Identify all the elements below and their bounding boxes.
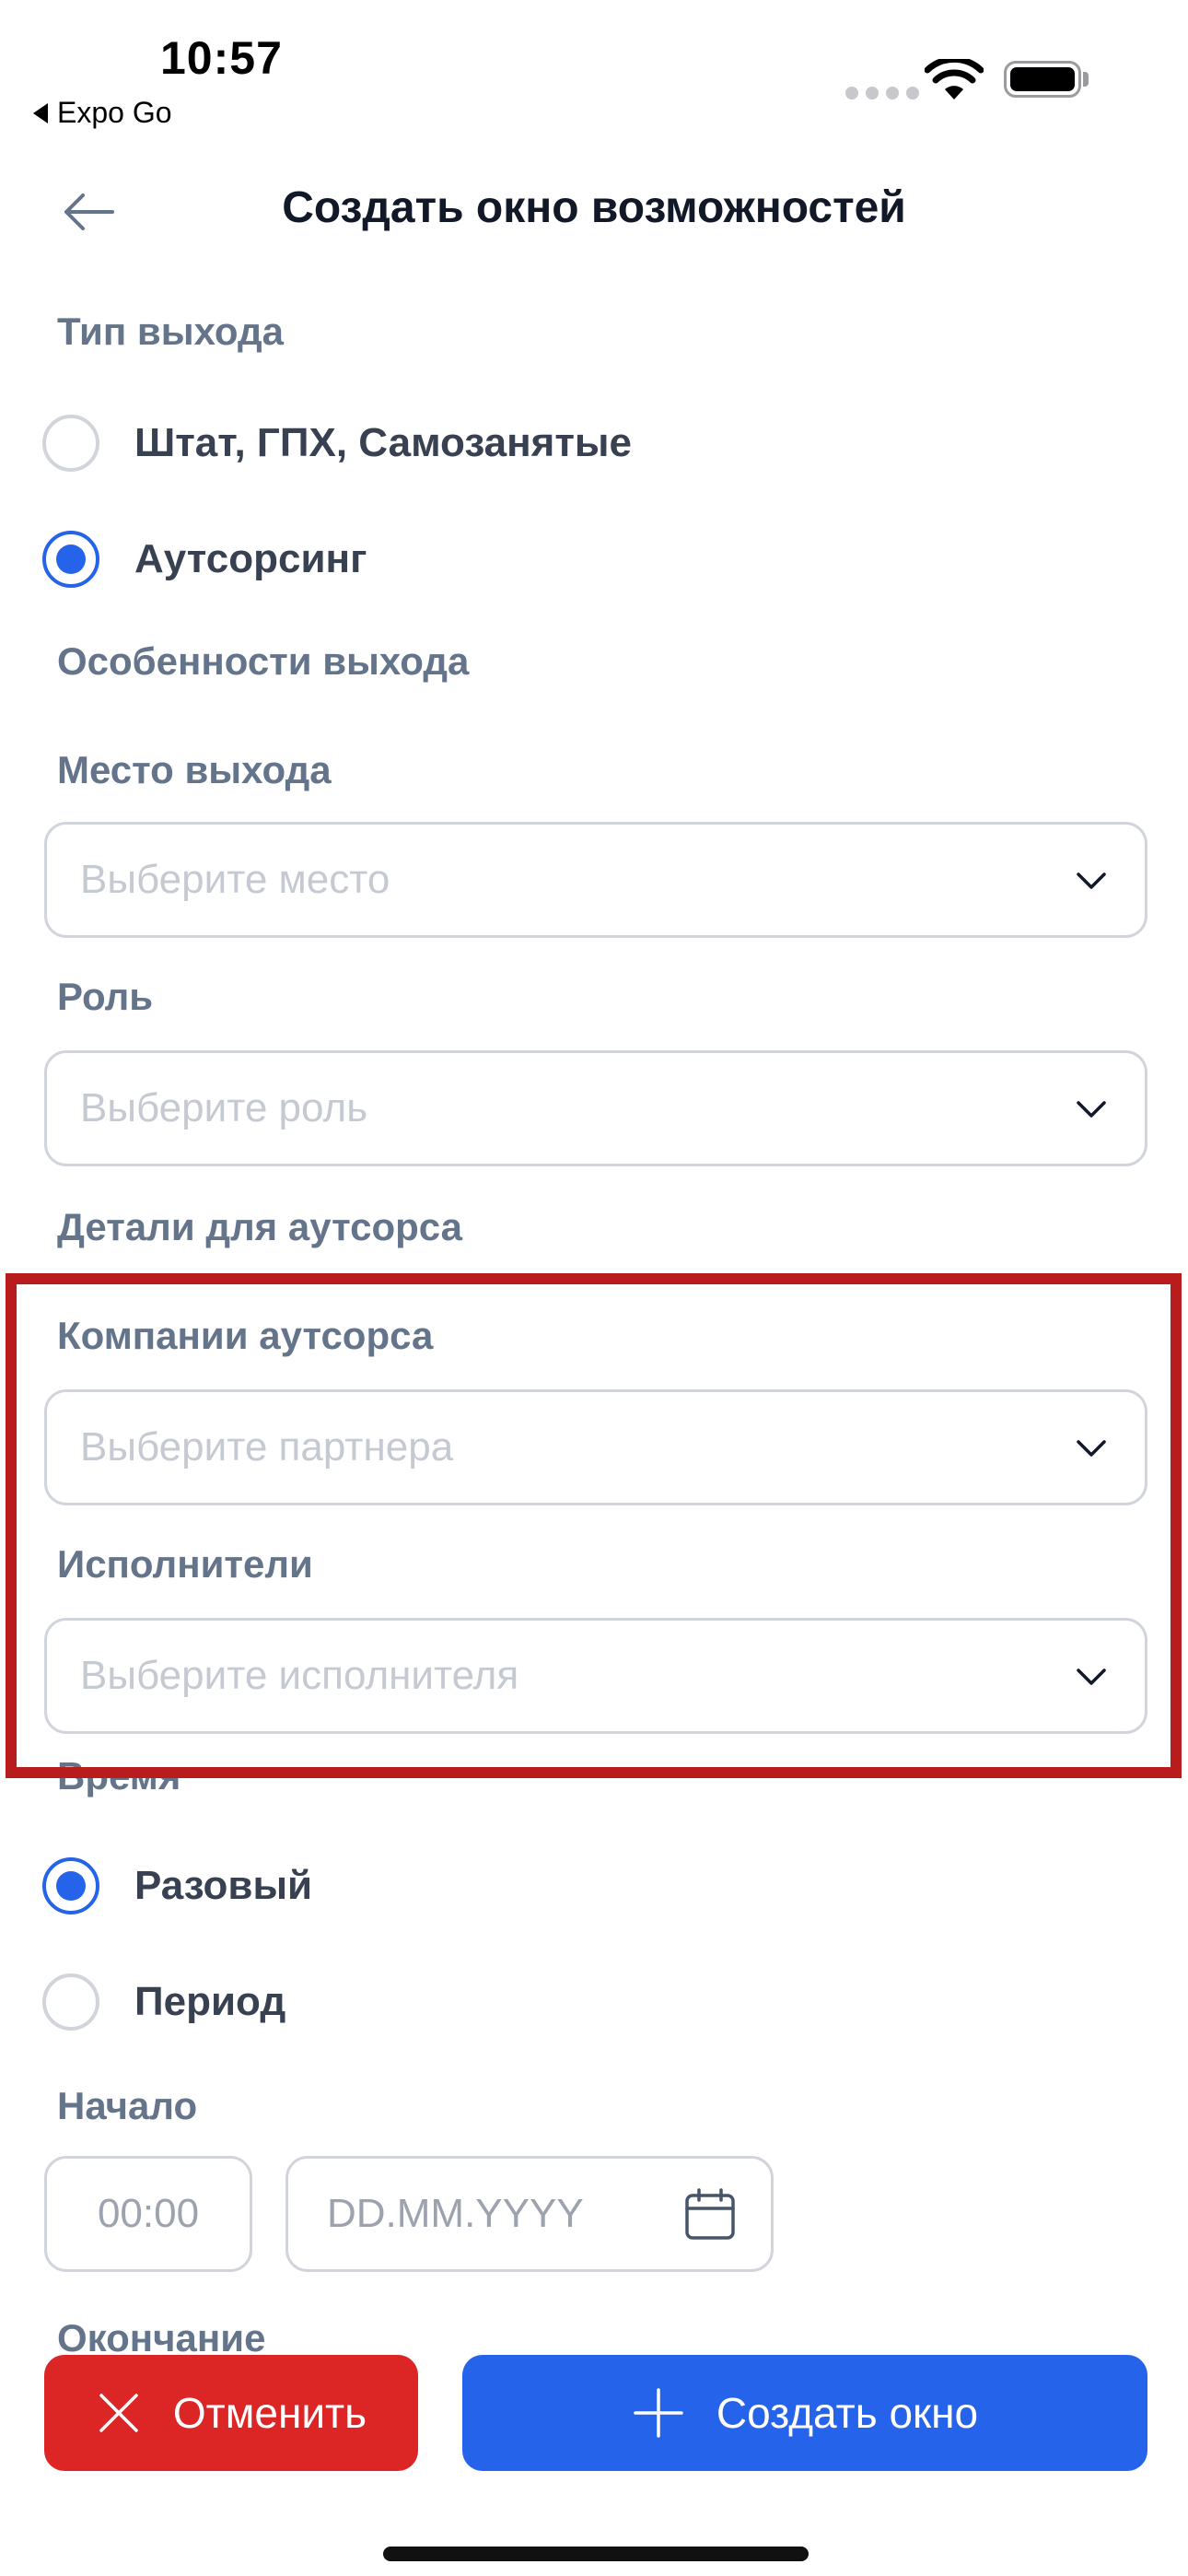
start-date-placeholder: DD.MM.YYYY bbox=[327, 2191, 584, 2236]
back-triangle-icon bbox=[33, 102, 48, 123]
back-app-label: Expo Go bbox=[57, 96, 172, 129]
radio-once-label: Разовый bbox=[134, 1863, 313, 1908]
start-time-input[interactable]: 00:00 bbox=[44, 2156, 252, 2272]
place-select[interactable]: Выберите место bbox=[44, 822, 1147, 938]
outsource-details-label: Детали для аутсорса bbox=[57, 1205, 462, 1248]
chevron-down-icon bbox=[1077, 872, 1106, 889]
radio-staff-label: Штат, ГПХ, Самозанятые bbox=[134, 420, 632, 465]
end-label-clip: Окончание bbox=[0, 2318, 1188, 2355]
home-indicator bbox=[383, 2547, 809, 2561]
start-time-placeholder: 00:00 bbox=[97, 2191, 200, 2236]
radio-period-label: Период bbox=[134, 1979, 286, 2024]
page-title: Создать окно возможностей bbox=[282, 183, 906, 232]
place-label: Место выхода bbox=[57, 748, 332, 791]
battery-cap bbox=[1083, 72, 1089, 87]
role-select[interactable]: Выберите роль bbox=[44, 1050, 1147, 1166]
role-label: Роль bbox=[57, 975, 154, 1018]
plus-icon bbox=[634, 2388, 683, 2438]
exit-type-label: Тип выхода bbox=[57, 310, 285, 353]
back-button[interactable] bbox=[61, 184, 116, 240]
wifi-icon bbox=[925, 59, 984, 100]
start-label: Начало bbox=[57, 2084, 198, 2127]
place-placeholder: Выберите место bbox=[80, 857, 390, 902]
status-time: 10:57 bbox=[160, 32, 283, 84]
radio-period[interactable]: Период bbox=[42, 1973, 285, 2031]
battery-icon bbox=[1004, 61, 1081, 98]
role-placeholder: Выберите роль bbox=[80, 1085, 368, 1130]
radio-once[interactable]: Разовый bbox=[42, 1857, 312, 1914]
radio-checked-icon bbox=[42, 531, 99, 588]
chevron-down-icon bbox=[1077, 1101, 1106, 1118]
radio-unchecked-icon bbox=[42, 1973, 99, 2031]
radio-checked-icon bbox=[42, 1857, 99, 1914]
cancel-button[interactable]: Отменить bbox=[44, 2355, 418, 2471]
calendar-icon[interactable] bbox=[684, 2187, 736, 2241]
radio-unchecked-icon bbox=[42, 415, 99, 472]
back-to-app-link[interactable]: Expo Go bbox=[33, 96, 172, 130]
create-window-button[interactable]: Создать окно bbox=[462, 2355, 1147, 2471]
exit-features-label: Особенности выхода bbox=[57, 639, 470, 683]
signal-icon bbox=[845, 87, 919, 100]
end-label: Окончание bbox=[57, 2318, 266, 2355]
radio-outsourcing[interactable]: Аутсорсинг bbox=[42, 531, 367, 588]
create-window-button-label: Создать окно bbox=[716, 2389, 979, 2437]
arrow-left-icon bbox=[64, 193, 114, 230]
radio-staff[interactable]: Штат, ГПХ, Самозанятые bbox=[42, 415, 632, 472]
close-icon bbox=[99, 2394, 138, 2432]
radio-outsourcing-label: Аутсорсинг bbox=[134, 536, 367, 581]
start-date-input[interactable]: DD.MM.YYYY bbox=[285, 2156, 774, 2272]
highlight-frame bbox=[6, 1273, 1182, 1778]
cancel-button-label: Отменить bbox=[172, 2389, 367, 2437]
